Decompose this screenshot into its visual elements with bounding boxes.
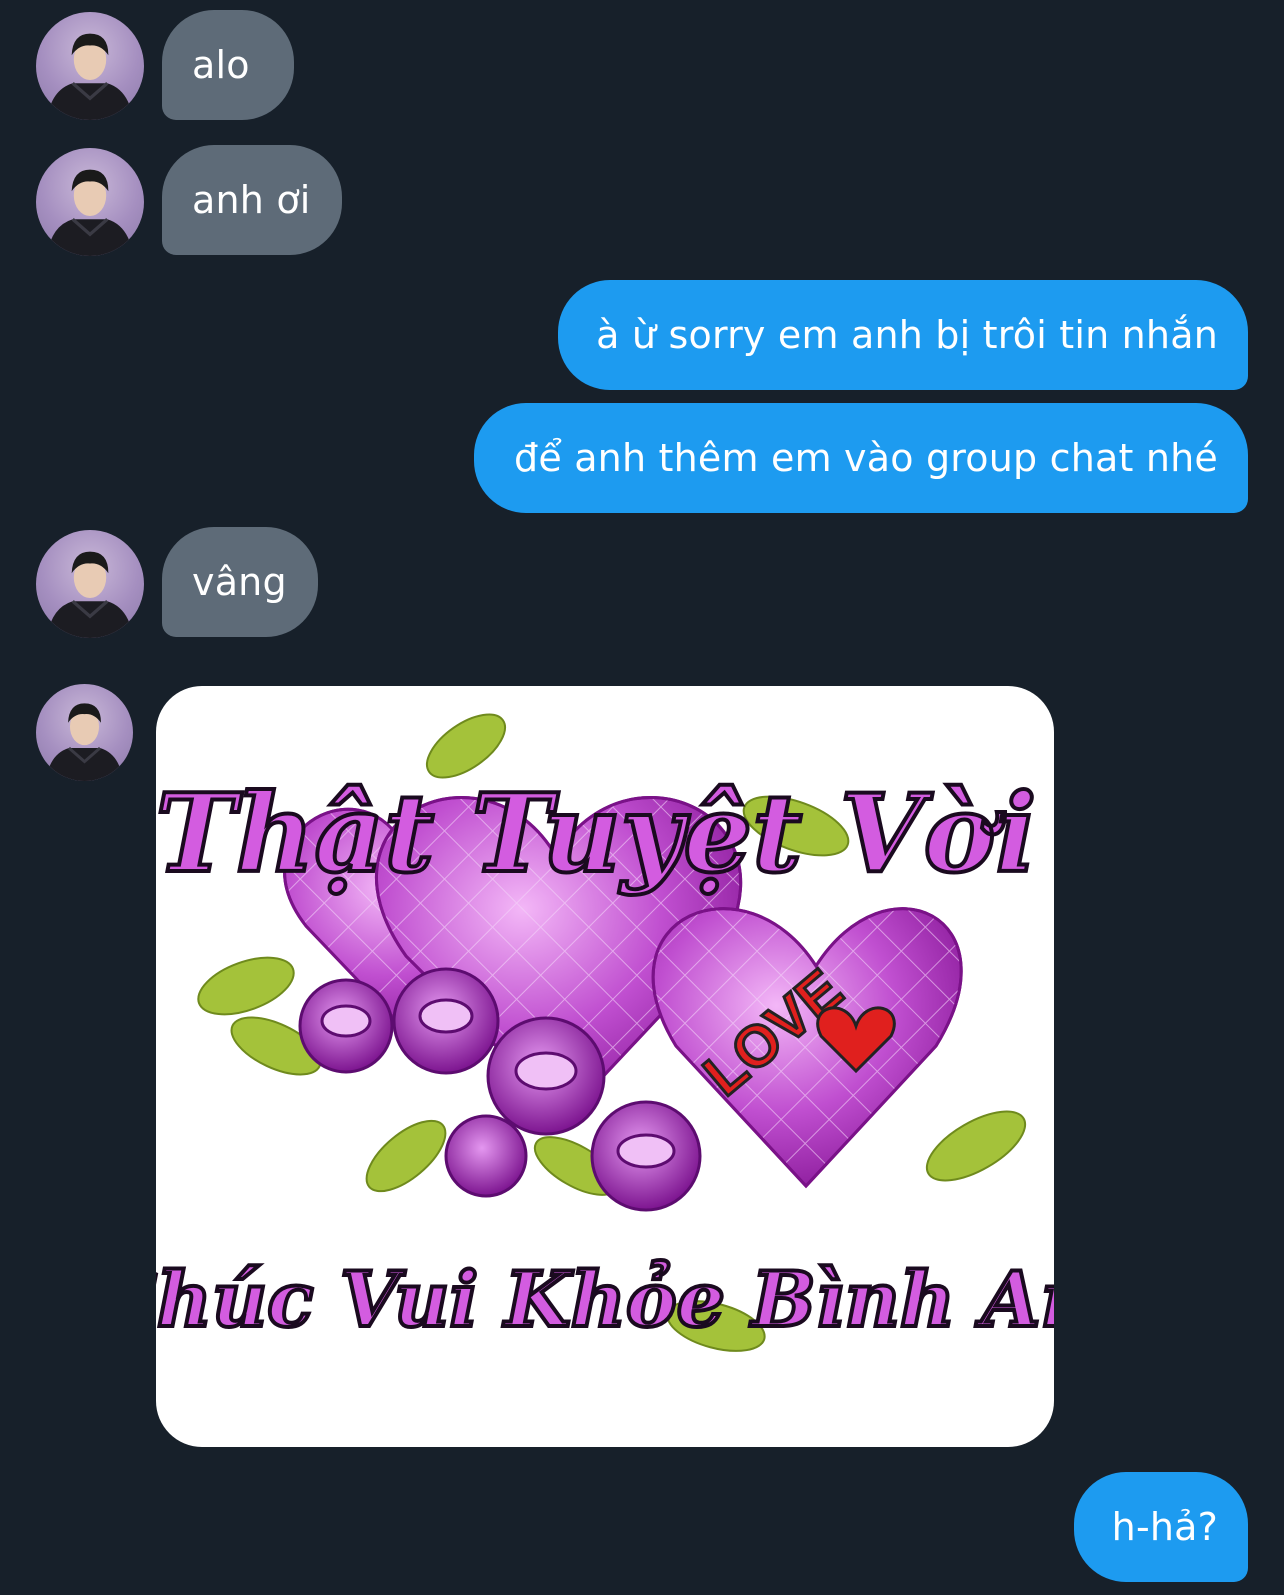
avatar-portrait-icon [45, 703, 124, 781]
message-text: alo [192, 43, 250, 87]
incoming-message-bubble[interactable]: alo [162, 10, 294, 120]
incoming-message-bubble[interactable]: anh ơi [162, 145, 342, 255]
outgoing-message-bubble[interactable]: à ừ sorry em anh bị trôi tin nhắn [558, 280, 1248, 390]
greeting-card-image: LOVE Thật Tuyệt Vời Chúc Vui Khỏe Bình A… [156, 713, 1054, 1352]
contact-avatar[interactable] [36, 148, 144, 256]
image-message[interactable]: LOVE Thật Tuyệt Vời Chúc Vui Khỏe Bình A… [156, 686, 1054, 1447]
contact-avatar[interactable] [36, 684, 133, 781]
message-text: để anh thêm em vào group chat nhé [514, 436, 1218, 480]
card-caption: Chúc Vui Khỏe Bình An [156, 1255, 1054, 1344]
outgoing-message-bubble[interactable]: h-hả? [1074, 1472, 1248, 1582]
message-text: vâng [192, 560, 287, 604]
contact-avatar[interactable] [36, 530, 144, 638]
card-title: Thật Tuyệt Vời [156, 771, 1037, 897]
incoming-message-bubble[interactable]: vâng [162, 527, 318, 637]
message-text: à ừ sorry em anh bị trôi tin nhắn [596, 313, 1218, 357]
message-text: h-hả? [1111, 1505, 1218, 1549]
avatar-portrait-icon [46, 169, 134, 256]
message-text: anh ơi [192, 178, 311, 222]
avatar-portrait-icon [46, 33, 134, 120]
avatar-portrait-icon [46, 551, 134, 638]
outgoing-message-bubble[interactable]: để anh thêm em vào group chat nhé [474, 403, 1248, 513]
contact-avatar[interactable] [36, 12, 144, 120]
